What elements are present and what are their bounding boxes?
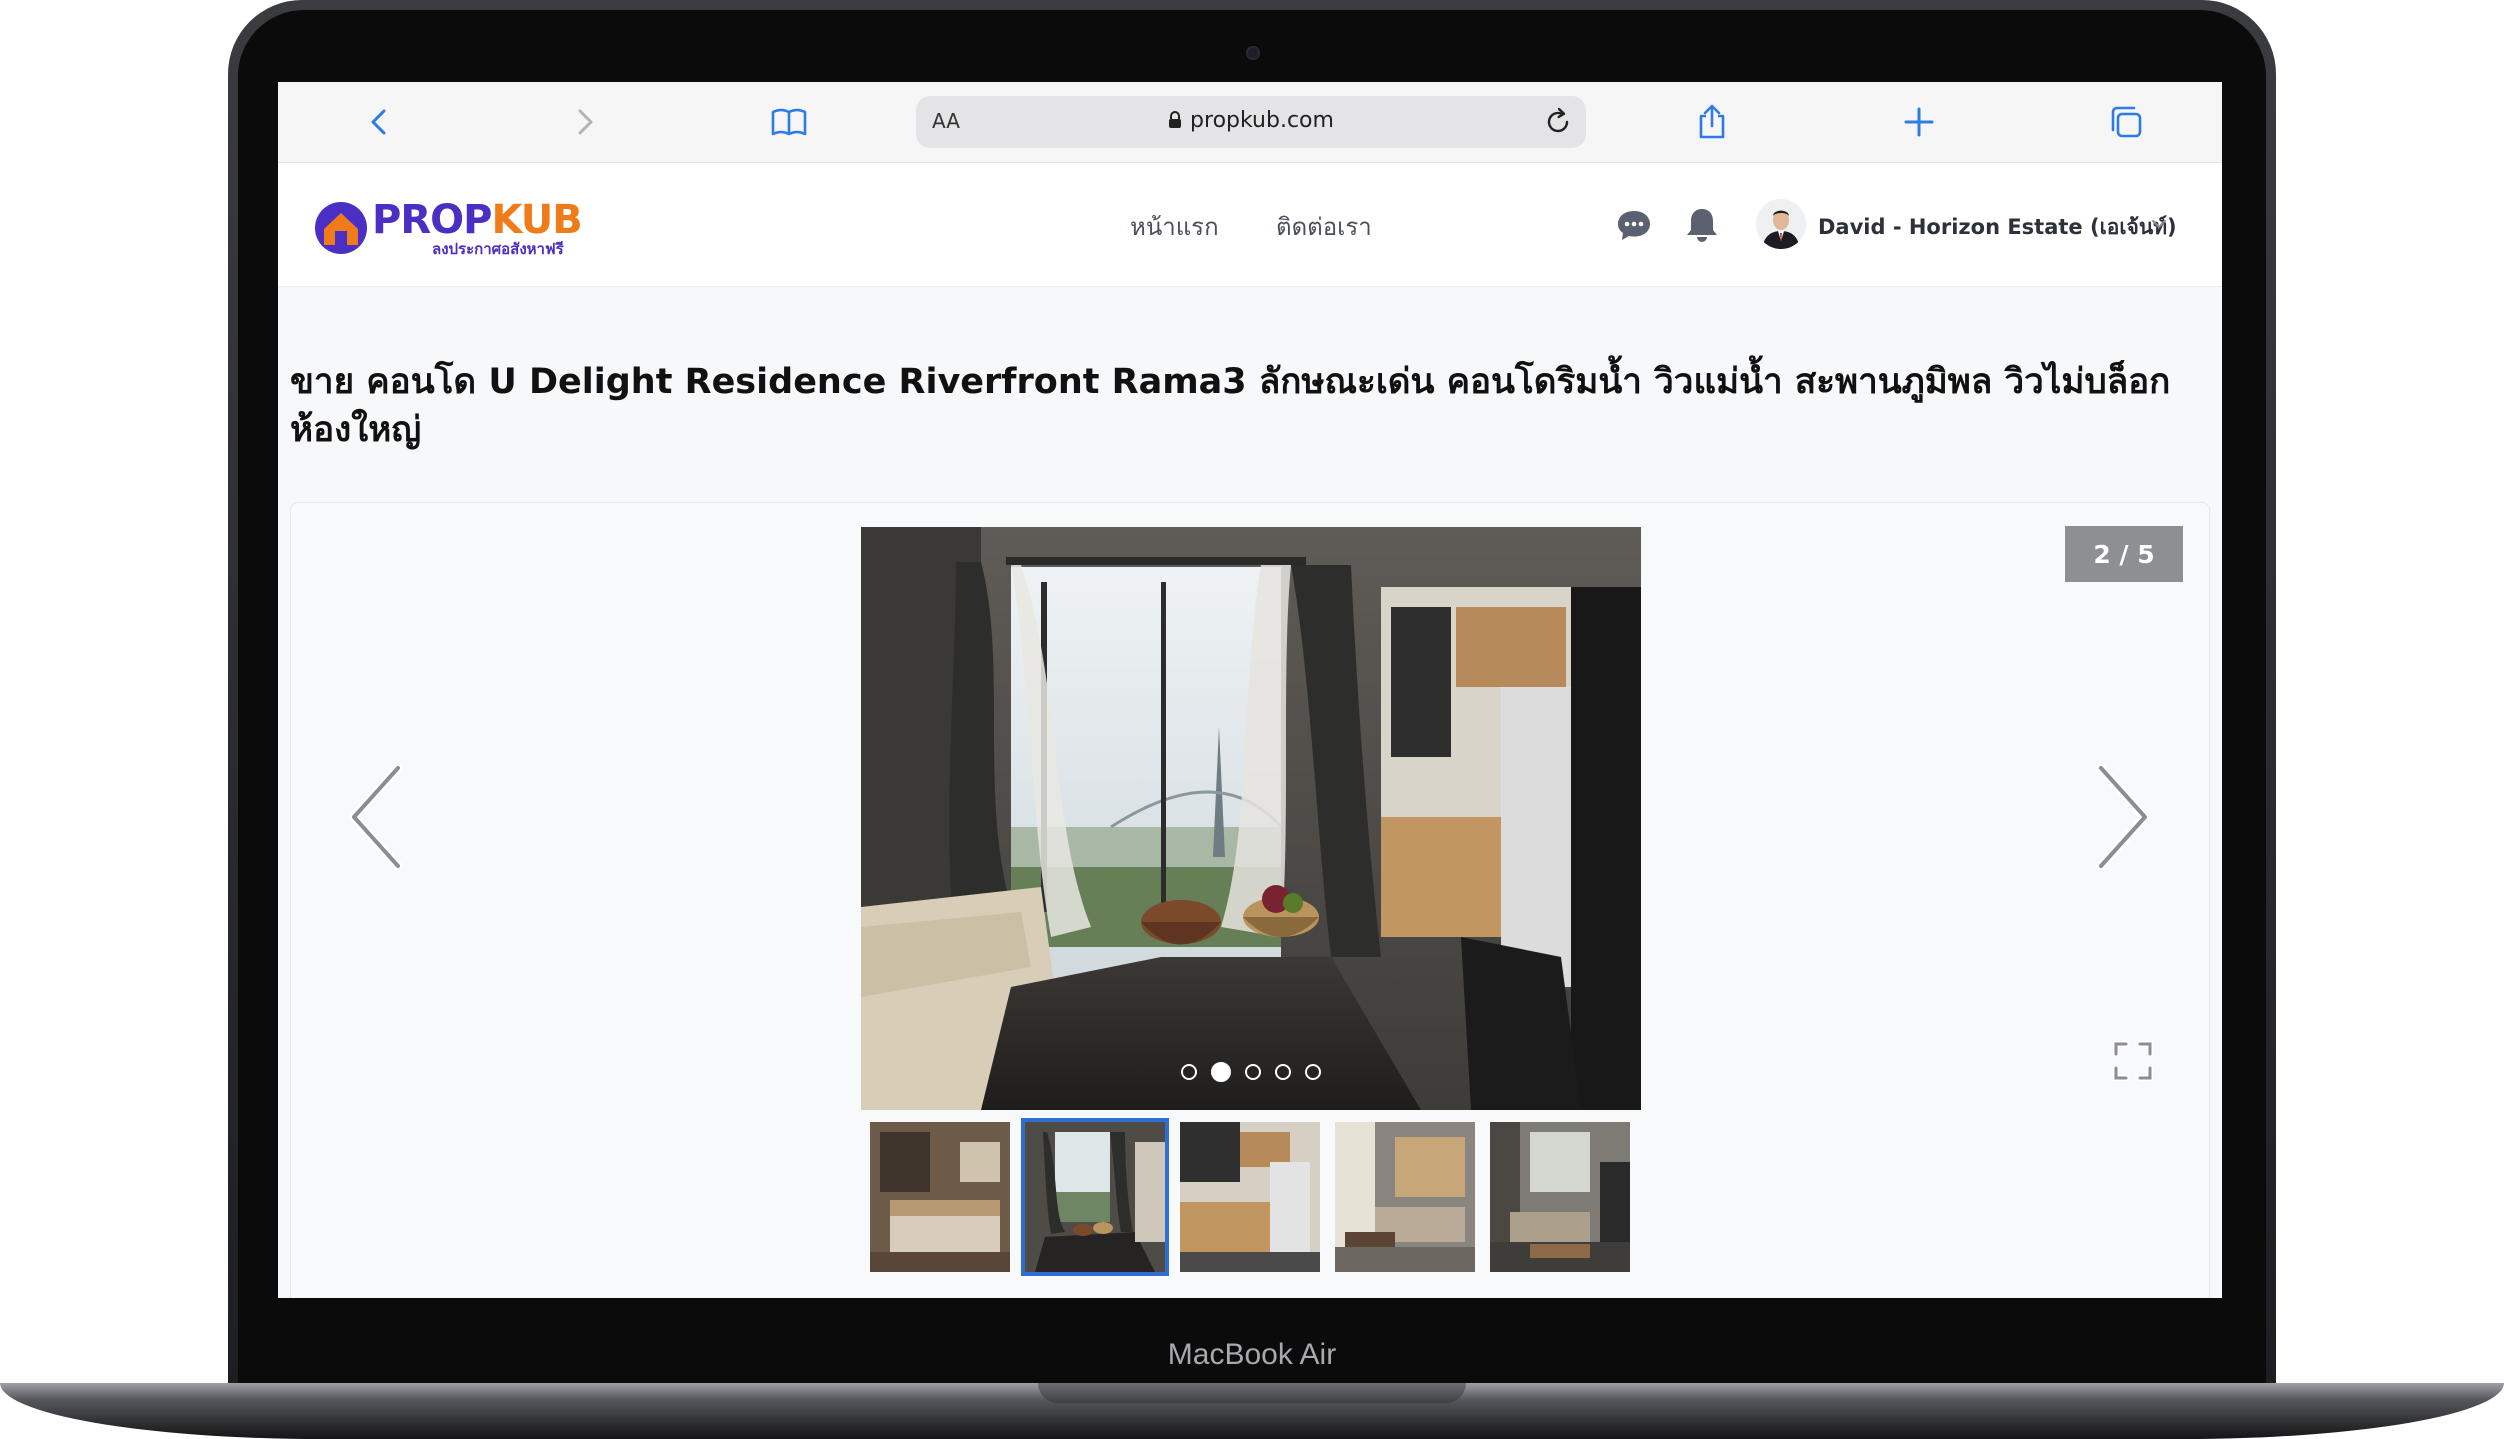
- user-photo: [1756, 199, 1806, 249]
- plus-icon: [1904, 107, 1934, 137]
- reload-icon[interactable]: [1540, 104, 1576, 140]
- logo-tagline: ลงประกาศอสังหาฟรี: [432, 240, 564, 258]
- chevron-left-icon: [371, 109, 386, 135]
- listing-title: ขาย คอนโด U Delight Residence Riverfront…: [290, 362, 2171, 450]
- gallery-dot-active[interactable]: [1211, 1062, 1231, 1082]
- url-display: propkub.com: [916, 108, 1586, 133]
- lock-icon: [1169, 111, 1182, 128]
- gallery-dot[interactable]: [1245, 1064, 1261, 1080]
- book-icon: [771, 108, 807, 136]
- new-tab-button[interactable]: [1895, 98, 1943, 146]
- gallery-dot[interactable]: [1305, 1064, 1321, 1080]
- back-button[interactable]: [356, 98, 404, 146]
- house-logo-icon: [315, 202, 367, 254]
- gallery-dots: [861, 1062, 1641, 1082]
- bookmarks-button[interactable]: [765, 98, 813, 146]
- address-bar[interactable]: AA propkub.com: [916, 96, 1586, 148]
- propkub-logo[interactable]: PROPKUB ลงประกาศอสังหาฟรี: [314, 197, 584, 258]
- thumbnail-living-area[interactable]: [1490, 1122, 1630, 1272]
- chevron-right-icon: [578, 109, 593, 135]
- gallery-prev-arrow-icon[interactable]: [346, 762, 406, 872]
- screen: AA propkub.com PROPKUB ลงประกาศอสังหาฟรี: [278, 82, 2222, 1298]
- forward-button[interactable]: [560, 98, 608, 146]
- gallery-next-arrow-icon[interactable]: [2093, 762, 2153, 872]
- main-gallery-photo[interactable]: [861, 527, 1641, 1110]
- thumbnail-dining-selected[interactable]: [1021, 1118, 1169, 1276]
- thumbnail-bedroom[interactable]: [870, 1122, 1010, 1272]
- chevron-down-icon[interactable]: [2148, 213, 2170, 235]
- share-icon: [1699, 104, 1725, 139]
- laptop-hinge-notch: [1038, 1383, 1466, 1403]
- tabs-button[interactable]: [2102, 98, 2150, 146]
- gallery-counter: 2 / 5: [2065, 526, 2183, 582]
- thumbnail-living-room[interactable]: [1335, 1122, 1475, 1272]
- tabs-icon: [2111, 106, 2142, 138]
- chat-icon[interactable]: [1614, 205, 1654, 245]
- camera-icon: [1246, 46, 1260, 60]
- nav-contact[interactable]: ติดต่อเรา: [1276, 207, 1372, 246]
- share-button[interactable]: [1688, 98, 1736, 146]
- thumbnail-kitchen[interactable]: [1180, 1122, 1320, 1272]
- user-name[interactable]: David - Horizon Estate (เอเจ้นท์): [1818, 211, 2177, 244]
- device-model-label: MacBook Air: [1167, 1338, 1337, 1371]
- browser-toolbar: AA propkub.com: [278, 82, 2222, 163]
- fullscreen-icon[interactable]: [2112, 1040, 2154, 1082]
- avatar[interactable]: [1756, 199, 1806, 249]
- url-text: propkub.com: [1190, 108, 1334, 133]
- site-header: PROPKUB ลงประกาศอสังหาฟรี หน้าแรก ติดต่อ…: [278, 163, 2222, 287]
- bell-icon[interactable]: [1682, 205, 1722, 245]
- gallery-dot[interactable]: [1275, 1064, 1291, 1080]
- gallery-dot[interactable]: [1181, 1064, 1197, 1080]
- nav-home[interactable]: หน้าแรก: [1130, 207, 1219, 246]
- condo-dining-photo: [861, 527, 1641, 1110]
